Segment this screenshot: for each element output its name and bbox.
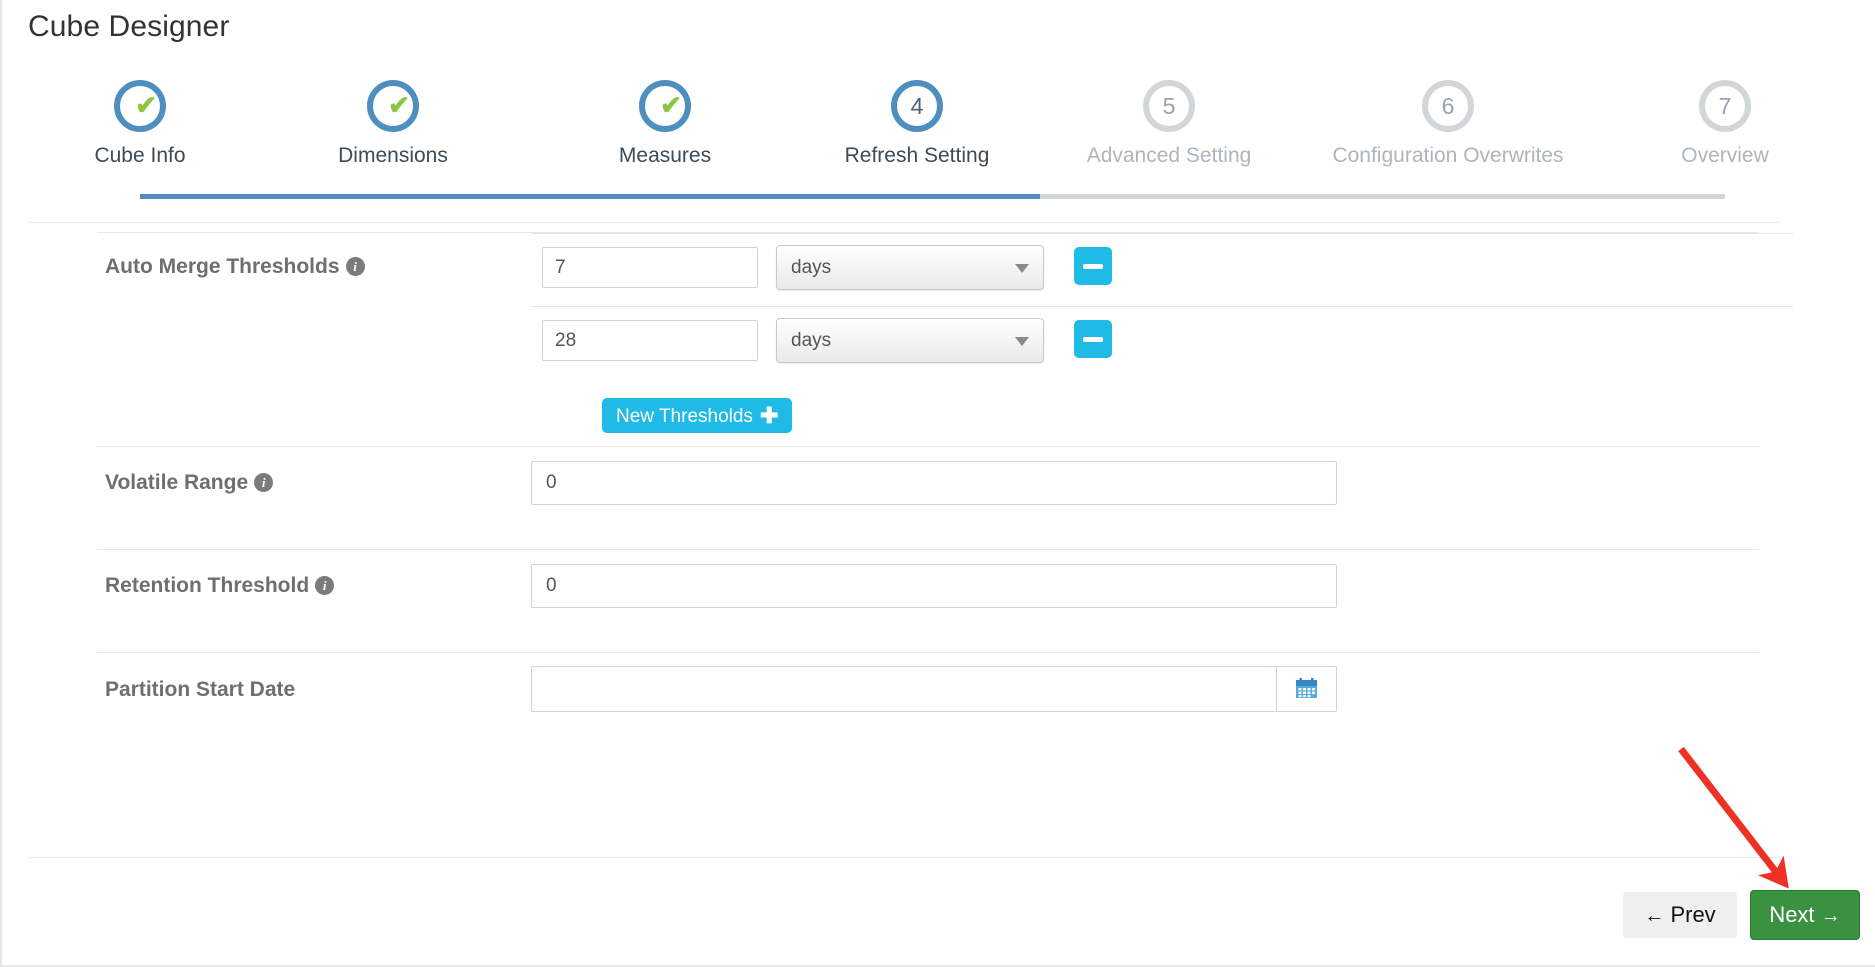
refresh-setting-form: Auto Merge Thresholds i days days bbox=[2, 232, 1875, 780]
retention-threshold-label-text: Retention Threshold bbox=[105, 574, 310, 597]
check-icon: ✔ bbox=[660, 90, 682, 120]
wizard-step-6-label: Configuration Overwrites bbox=[1332, 144, 1564, 167]
wizard-step-dimensions[interactable]: ✔ Dimensions bbox=[273, 80, 513, 168]
wizard-step-7-label: Overview bbox=[1681, 144, 1769, 167]
threshold-unit-value-2: days bbox=[791, 330, 832, 351]
wizard-step-overview[interactable]: 7 Overview bbox=[1605, 80, 1845, 168]
new-thresholds-button[interactable]: New Thresholds ✚ bbox=[602, 398, 793, 433]
volatile-range-label: Volatile Range i bbox=[105, 471, 274, 495]
partition-start-date-input[interactable] bbox=[531, 666, 1276, 712]
threshold-value-input-1[interactable] bbox=[542, 247, 758, 288]
wizard-step-indicator: ✔ Cube Info ✔ Dimensions ✔ Measures 4 Re… bbox=[2, 80, 1875, 199]
threshold-unit-value-1: days bbox=[791, 257, 832, 278]
threshold-unit-select-1[interactable]: days bbox=[776, 245, 1044, 290]
cube-designer-page: Cube Designer ✔ Cube Info ✔ Dimensions ✔… bbox=[0, 0, 1875, 967]
wizard-step-refresh-setting[interactable]: 4 Refresh Setting bbox=[797, 80, 1037, 168]
threshold-value-input-2[interactable] bbox=[542, 320, 758, 361]
form-row-partition-start-date: Partition Start Date bbox=[97, 652, 1759, 780]
wizard-step-measures[interactable]: ✔ Measures bbox=[545, 80, 785, 168]
info-icon[interactable]: i bbox=[315, 576, 335, 595]
minus-icon bbox=[1083, 337, 1103, 342]
threshold-row: days bbox=[531, 306, 1793, 380]
wizard-step-2-label: Dimensions bbox=[338, 144, 448, 167]
wizard-step-1-circle: ✔ bbox=[114, 80, 166, 132]
info-icon[interactable]: i bbox=[254, 473, 274, 492]
wizard-step-3-label: Measures bbox=[618, 144, 712, 167]
info-icon[interactable]: i bbox=[345, 257, 365, 276]
wizard-track-progress bbox=[140, 194, 1040, 199]
wizard-step-configuration-overwrites[interactable]: 6 Configuration Overwrites bbox=[1328, 80, 1568, 168]
check-icon: ✔ bbox=[135, 90, 157, 120]
new-thresholds-button-label: New Thresholds bbox=[616, 406, 753, 427]
wizard-step-advanced-setting[interactable]: 5 Advanced Setting bbox=[1049, 80, 1289, 168]
form-row-retention-threshold: Retention Threshold i bbox=[97, 549, 1759, 652]
arrow-right-icon: → bbox=[1820, 905, 1841, 927]
wizard-step-4-label: Refresh Setting bbox=[844, 144, 990, 167]
arrow-left-icon: ← bbox=[1644, 905, 1665, 927]
wizard-step-2-circle: ✔ bbox=[367, 80, 419, 132]
partition-start-date-group bbox=[531, 666, 1337, 712]
remove-threshold-button-1[interactable] bbox=[1074, 247, 1112, 285]
volatile-range-input[interactable] bbox=[531, 461, 1337, 505]
check-icon: ✔ bbox=[388, 90, 410, 120]
wizard-step-1-label: Cube Info bbox=[94, 144, 186, 167]
header-divider bbox=[28, 222, 1780, 223]
wizard-step-7-circle: 7 bbox=[1699, 80, 1751, 132]
partition-start-date-label: Partition Start Date bbox=[105, 678, 296, 701]
form-row-auto-merge-thresholds: Auto Merge Thresholds i days days bbox=[97, 232, 1793, 446]
calendar-icon bbox=[1295, 678, 1317, 698]
auto-merge-thresholds-label: Auto Merge Thresholds i bbox=[105, 255, 365, 279]
retention-threshold-label: Retention Threshold i bbox=[105, 574, 335, 598]
retention-threshold-input[interactable] bbox=[531, 564, 1337, 608]
prev-button[interactable]: ← Prev bbox=[1623, 892, 1737, 938]
next-button-label: Next bbox=[1769, 902, 1815, 927]
volatile-range-label-text: Volatile Range bbox=[105, 471, 249, 494]
form-row-volatile-range: Volatile Range i bbox=[97, 446, 1759, 549]
page-title: Cube Designer bbox=[28, 10, 230, 43]
wizard-step-4-circle: 4 bbox=[891, 80, 943, 132]
remove-threshold-button-2[interactable] bbox=[1074, 320, 1112, 358]
footer-divider bbox=[28, 857, 1780, 858]
prev-button-label: Prev bbox=[1670, 902, 1716, 927]
plus-icon: ✚ bbox=[759, 403, 779, 428]
chevron-down-icon bbox=[1015, 337, 1029, 346]
chevron-down-icon bbox=[1015, 264, 1029, 273]
threshold-unit-select-2[interactable]: days bbox=[776, 318, 1044, 363]
auto-merge-thresholds-label-text: Auto Merge Thresholds bbox=[105, 255, 340, 278]
wizard-step-cube-info[interactable]: ✔ Cube Info bbox=[20, 80, 260, 168]
wizard-step-5-label: Advanced Setting bbox=[1086, 144, 1252, 167]
minus-icon bbox=[1083, 264, 1103, 269]
next-button[interactable]: Next → bbox=[1750, 890, 1860, 940]
wizard-step-6-circle: 6 bbox=[1422, 80, 1474, 132]
wizard-step-3-circle: ✔ bbox=[639, 80, 691, 132]
threshold-row: days bbox=[531, 233, 1793, 307]
open-datepicker-button[interactable] bbox=[1276, 666, 1337, 712]
wizard-step-5-circle: 5 bbox=[1143, 80, 1195, 132]
